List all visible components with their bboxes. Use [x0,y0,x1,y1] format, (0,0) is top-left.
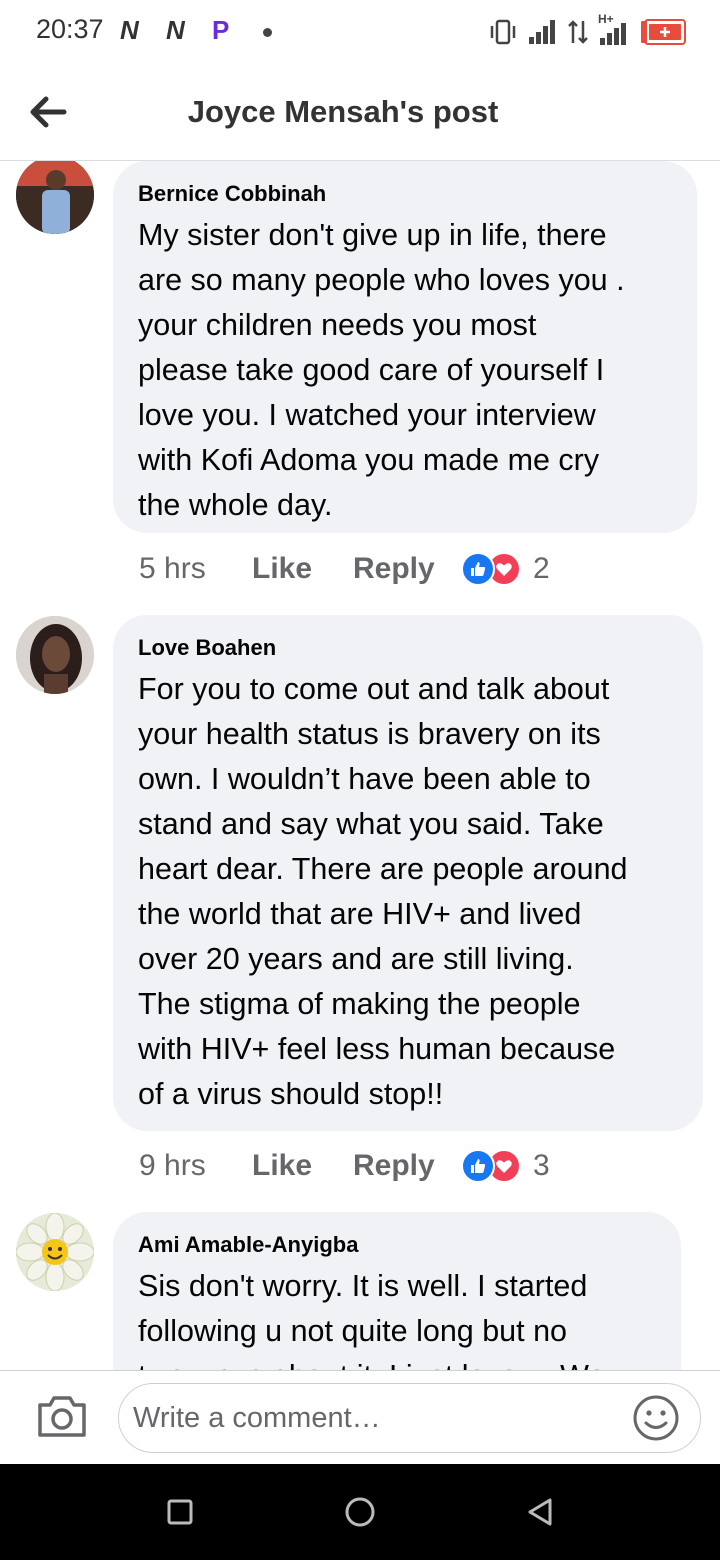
comment-line: your health status is bravery on its [138,717,601,751]
triangle-back-icon[interactable] [524,1496,556,1528]
comment-bubble[interactable]: Ami Amable-Anyigba Sis don't worry. It i… [113,1212,681,1370]
comment-placeholder: Write a comment… [133,1402,381,1434]
avatar[interactable] [16,616,94,694]
comment-text: My sister don't give up in life, there a… [138,213,672,528]
vibrate-icon [490,19,516,45]
comment-line: heart dear. There are people around [138,852,628,886]
avatar[interactable] [16,161,94,234]
comment-time: 9 hrs [139,1149,206,1182]
page-title: Joyce Mensah's post [187,94,499,129]
signal-icon [529,20,555,44]
system-icons: H+ [488,12,686,50]
comment-line: following u not quite long but no [138,1314,568,1348]
comment-line: stand and say what you said. Take [138,807,604,841]
comment-line: are so many people who loves you . [138,263,625,297]
nn-app-icon: N [166,15,185,45]
avatar[interactable] [16,1213,94,1291]
comment-input[interactable]: Write a comment… [118,1383,701,1453]
status-time: 20:37 [36,14,104,44]
dot-icon [263,28,272,37]
comment-line: your children needs you most [138,308,537,342]
comment-line: two ways about it. I just love u. We [138,1354,656,1370]
comment-line: with HIV+ feel less human because [138,1032,616,1066]
comment-text: Sis don't worry. It is well. I started f… [138,1264,656,1370]
comment-author[interactable]: Ami Amable-Anyigba [138,1232,656,1258]
data-arrows-icon [568,20,588,44]
like-reaction-icon [461,1149,495,1183]
comment-line: Sis don't worry. It is well. I started [138,1269,588,1303]
comment-bubble[interactable]: Love Boahen For you to come out and talk… [113,615,703,1131]
p-app-icon: P [212,15,230,45]
status-bar: 20:37 N N P H+ [0,0,720,66]
comment-line: love you. I watched your interview [138,398,596,432]
reaction-count[interactable]: 3 [533,1149,550,1183]
comment-line: over 20 years and are still living. [138,942,574,976]
comment-line: of a virus should stop!! [138,1077,444,1111]
comment-composer: Write a comment… [0,1370,720,1465]
comment-line: My sister don't give up in life, there [138,218,607,252]
comment-line: For you to come out and talk about [138,672,610,706]
reactions[interactable] [461,1149,521,1183]
comment-author[interactable]: Bernice Cobbinah [138,181,672,207]
comment-line: The stigma of making the people [138,987,581,1021]
comment-line: please take good care of yourself I [138,353,605,387]
square-recents-icon[interactable] [166,1498,194,1526]
comment-meta: 9 hrs Like Reply 3 [139,1146,550,1186]
like-button[interactable]: Like [252,1149,353,1183]
comment-line: the world that are HIV+ and lived [138,897,582,931]
reaction-count[interactable]: 2 [533,552,550,586]
comment-line: own. I wouldn’t have been able to [138,762,591,796]
comment-bubble[interactable]: Bernice Cobbinah My sister don't give up… [113,161,697,533]
nn-app-icon: N [120,15,139,45]
comment-text: For you to come out and talk about your … [138,667,678,1117]
reactions[interactable] [461,552,521,586]
comment-author[interactable]: Love Boahen [138,635,678,661]
circle-home-icon[interactable] [344,1496,376,1528]
reply-button[interactable]: Reply [353,1149,461,1183]
comment-line: with Kofi Adoma you made me cry [138,443,600,477]
comment-line: the whole day. [138,488,333,522]
comment-meta: 5 hrs Like Reply 2 [139,549,550,589]
reply-button[interactable]: Reply [353,552,461,586]
system-nav-bar [0,1464,720,1560]
battery-charging-icon [641,19,686,45]
like-button[interactable]: Like [252,552,353,586]
comment-time: 5 hrs [139,552,206,585]
h-plus-signal-icon: H+ [598,12,630,46]
like-reaction-icon [461,552,495,586]
smiley-icon[interactable] [632,1394,680,1442]
camera-icon[interactable] [36,1393,88,1439]
comment-thread[interactable]: Bernice Cobbinah My sister don't give up… [0,161,720,1370]
post-header: Joyce Mensah's post [0,66,720,161]
